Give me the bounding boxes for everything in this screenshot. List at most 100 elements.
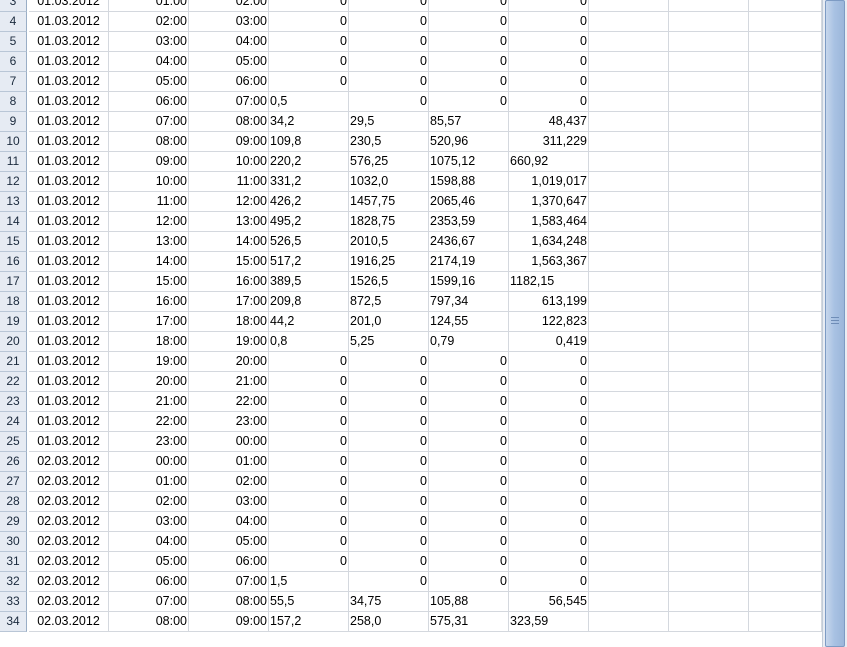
cell-value-g[interactable]: 0 (509, 92, 589, 112)
empty-cell[interactable] (749, 292, 822, 312)
cell-value-f[interactable]: 1599,16 (429, 272, 509, 292)
row-header[interactable]: 16 (0, 252, 27, 272)
cell-value-f[interactable]: 0,79 (429, 332, 509, 352)
empty-cell[interactable] (749, 252, 822, 272)
cell-value-d[interactable]: 0 (269, 452, 349, 472)
cell-time-end[interactable]: 06:00 (189, 552, 269, 572)
row-header[interactable]: 32 (0, 572, 27, 592)
cell-value-f[interactable]: 1075,12 (429, 152, 509, 172)
cell-time-start[interactable]: 15:00 (109, 272, 189, 292)
cell-value-g[interactable]: 1,634,248 (509, 232, 589, 252)
cell-time-start[interactable]: 05:00 (109, 552, 189, 572)
cell-date[interactable]: 01.03.2012 (29, 412, 109, 432)
row-header[interactable]: 34 (0, 612, 27, 632)
cell-value-f[interactable]: 0 (429, 512, 509, 532)
empty-cell[interactable] (589, 92, 669, 112)
cell-value-d[interactable]: 0,8 (269, 332, 349, 352)
cell-value-e[interactable]: 0 (349, 412, 429, 432)
empty-cell[interactable] (749, 372, 822, 392)
cell-time-end[interactable]: 21:00 (189, 372, 269, 392)
empty-cell[interactable] (749, 92, 822, 112)
cell-time-end[interactable]: 08:00 (189, 592, 269, 612)
cell-date[interactable]: 01.03.2012 (29, 292, 109, 312)
empty-cell[interactable] (749, 172, 822, 192)
cell-value-g[interactable]: 0 (509, 512, 589, 532)
row-header[interactable]: 6 (0, 52, 27, 72)
empty-cell[interactable] (749, 532, 822, 552)
row-header[interactable]: 29 (0, 512, 27, 532)
cell-value-g[interactable]: 613,199 (509, 292, 589, 312)
cell-value-f[interactable]: 0 (429, 452, 509, 472)
empty-cell[interactable] (749, 272, 822, 292)
row-header[interactable]: 25 (0, 432, 27, 452)
row-header[interactable]: 21 (0, 352, 27, 372)
cell-time-start[interactable]: 12:00 (109, 212, 189, 232)
cell-value-g[interactable]: 0 (509, 412, 589, 432)
empty-cell[interactable] (669, 12, 749, 32)
cell-value-d[interactable]: 1,5 (269, 572, 349, 592)
cell-value-f[interactable]: 85,57 (429, 112, 509, 132)
empty-cell[interactable] (669, 352, 749, 372)
cell-value-e[interactable]: 0 (349, 552, 429, 572)
cell-time-end[interactable]: 18:00 (189, 312, 269, 332)
cell-date[interactable]: 01.03.2012 (29, 332, 109, 352)
cell-time-start[interactable]: 01:00 (109, 0, 189, 12)
cell-value-g[interactable]: 0 (509, 532, 589, 552)
cell-date[interactable]: 01.03.2012 (29, 392, 109, 412)
cell-value-d[interactable]: 0,5 (269, 92, 349, 112)
empty-cell[interactable] (669, 92, 749, 112)
empty-cell[interactable] (669, 472, 749, 492)
empty-cell[interactable] (589, 472, 669, 492)
cell-value-e[interactable]: 0 (349, 452, 429, 472)
cell-value-d[interactable]: 0 (269, 32, 349, 52)
empty-cell[interactable] (749, 332, 822, 352)
empty-cell[interactable] (589, 12, 669, 32)
cell-date[interactable]: 01.03.2012 (29, 92, 109, 112)
cell-value-g[interactable]: 122,823 (509, 312, 589, 332)
cell-date[interactable]: 01.03.2012 (29, 192, 109, 212)
cell-time-start[interactable]: 13:00 (109, 232, 189, 252)
cell-value-e[interactable]: 0 (349, 0, 429, 12)
row-header[interactable]: 12 (0, 172, 27, 192)
cell-date[interactable]: 02.03.2012 (29, 592, 109, 612)
cell-time-end[interactable]: 03:00 (189, 12, 269, 32)
row-header[interactable]: 10 (0, 132, 27, 152)
cell-time-start[interactable]: 03:00 (109, 512, 189, 532)
cell-time-start[interactable]: 09:00 (109, 152, 189, 172)
cell-value-g[interactable]: 1182,15 (509, 272, 589, 292)
cell-value-g[interactable]: 660,92 (509, 152, 589, 172)
cell-value-e[interactable]: 0 (349, 432, 429, 452)
cell-time-start[interactable]: 08:00 (109, 132, 189, 152)
empty-cell[interactable] (669, 552, 749, 572)
cell-time-end[interactable]: 00:00 (189, 432, 269, 452)
cell-value-d[interactable]: 209,8 (269, 292, 349, 312)
empty-cell[interactable] (669, 232, 749, 252)
cell-value-e[interactable]: 34,75 (349, 592, 429, 612)
empty-cell[interactable] (749, 112, 822, 132)
empty-cell[interactable] (749, 412, 822, 432)
empty-cell[interactable] (669, 292, 749, 312)
empty-cell[interactable] (669, 112, 749, 132)
cell-value-f[interactable]: 1598,88 (429, 172, 509, 192)
empty-cell[interactable] (589, 292, 669, 312)
empty-cell[interactable] (749, 232, 822, 252)
row-header[interactable]: 30 (0, 532, 27, 552)
cell-time-start[interactable]: 14:00 (109, 252, 189, 272)
cell-date[interactable]: 01.03.2012 (29, 372, 109, 392)
cell-value-d[interactable]: 517,2 (269, 252, 349, 272)
cell-date[interactable]: 01.03.2012 (29, 352, 109, 372)
empty-cell[interactable] (589, 52, 669, 72)
cell-value-d[interactable]: 0 (269, 0, 349, 12)
row-header[interactable]: 24 (0, 412, 27, 432)
empty-cell[interactable] (749, 212, 822, 232)
cell-date[interactable]: 02.03.2012 (29, 532, 109, 552)
cell-time-end[interactable]: 09:00 (189, 612, 269, 632)
cell-value-e[interactable]: 0 (349, 572, 429, 592)
row-header[interactable]: 5 (0, 32, 27, 52)
cell-date[interactable]: 01.03.2012 (29, 252, 109, 272)
empty-cell[interactable] (749, 12, 822, 32)
cell-value-d[interactable]: 44,2 (269, 312, 349, 332)
cell-time-end[interactable]: 11:00 (189, 172, 269, 192)
cell-value-e[interactable]: 5,25 (349, 332, 429, 352)
cell-value-f[interactable]: 0 (429, 492, 509, 512)
